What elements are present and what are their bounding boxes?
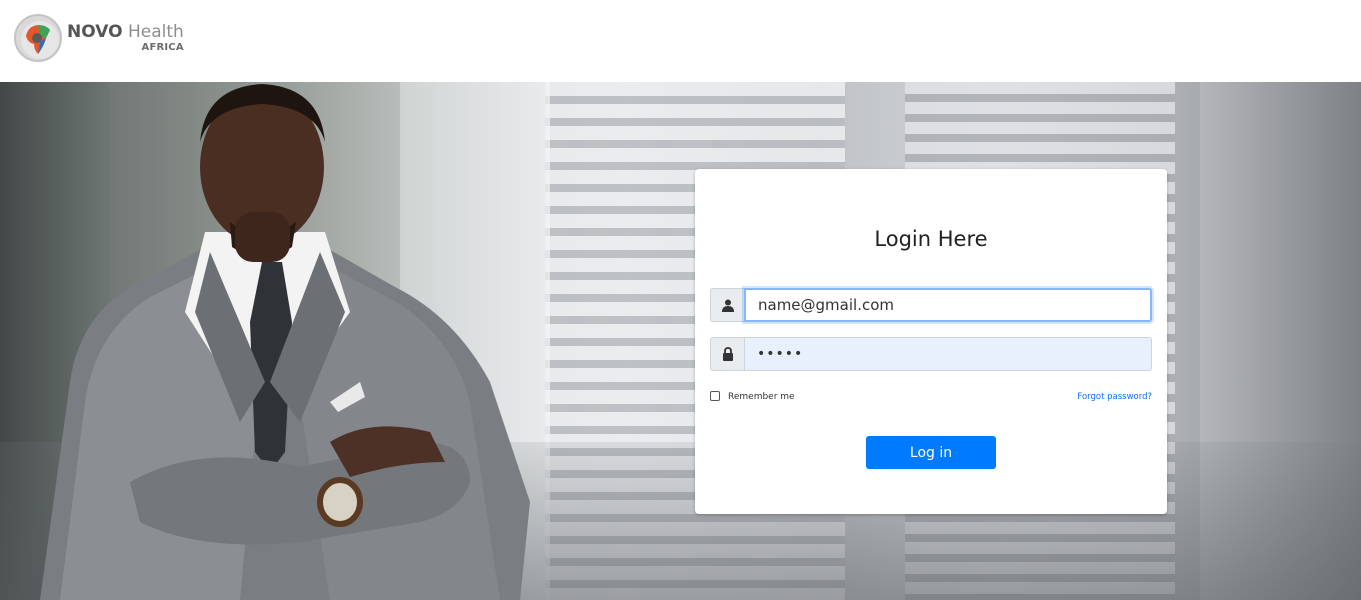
logo-wordmark: NOVO Health AFRICA	[67, 21, 184, 53]
login-card: Login Here name@gmail.com ••••• Remember…	[695, 169, 1167, 514]
username-input[interactable]: name@gmail.com	[744, 288, 1152, 322]
businessman-photo	[40, 84, 530, 600]
lock-icon	[722, 347, 733, 361]
remember-me: Remember me	[710, 390, 795, 402]
username-addon	[710, 288, 744, 322]
password-addon	[710, 337, 744, 371]
novo-health-logo[interactable]: NOVO Health AFRICA	[14, 14, 184, 62]
remember-me-label[interactable]: Remember me	[728, 392, 795, 402]
password-input[interactable]: •••••	[744, 337, 1152, 371]
user-icon	[721, 299, 734, 312]
africa-globe-logo-icon	[14, 14, 62, 62]
username-field: name@gmail.com	[710, 288, 1152, 322]
logo-title: NOVO Health	[67, 21, 184, 42]
password-field: •••••	[710, 337, 1152, 371]
logo-region: AFRICA	[141, 41, 184, 53]
logo-brand: NOVO	[67, 21, 123, 42]
login-title: Login Here	[874, 227, 988, 251]
top-header: NOVO Health AFRICA	[0, 0, 1361, 82]
login-button[interactable]: Log in	[866, 436, 996, 469]
logo-product: Health	[127, 21, 184, 42]
remember-me-checkbox[interactable]	[710, 391, 720, 401]
forgot-password-link[interactable]: Forgot password?	[1077, 392, 1152, 402]
